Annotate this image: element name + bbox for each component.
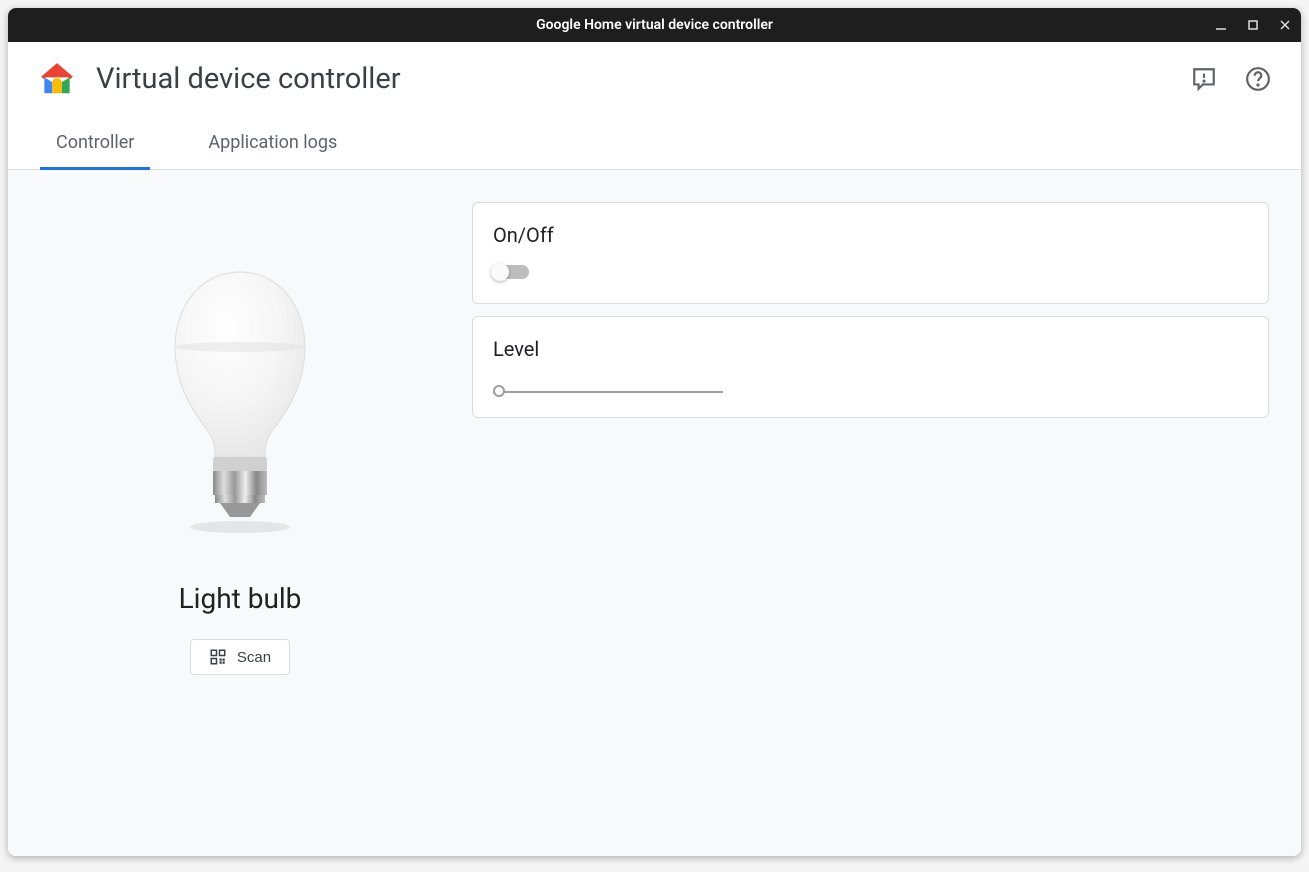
window-controls — [1213, 17, 1293, 33]
tabs: Controller Application logs — [8, 116, 1301, 170]
qr-code-icon — [209, 648, 227, 666]
toggle-knob — [491, 263, 509, 281]
window-title: Google Home virtual device controller — [536, 17, 773, 33]
level-card: Level — [472, 316, 1269, 418]
header: Virtual device controller — [8, 42, 1301, 116]
help-icon[interactable] — [1245, 66, 1271, 92]
device-name: Light bulb — [179, 582, 302, 615]
header-actions — [1191, 66, 1271, 92]
level-slider[interactable] — [493, 391, 723, 393]
tab-label: Controller — [56, 132, 134, 153]
feedback-icon[interactable] — [1191, 66, 1217, 92]
device-panel: Light bulb Scan — [40, 202, 440, 824]
content: Light bulb Scan On/Off — [8, 170, 1301, 856]
titlebar: Google Home virtual device controller — [8, 8, 1301, 42]
slider-thumb — [493, 385, 505, 397]
controls-panel: On/Off Level — [472, 202, 1269, 824]
app-window: Google Home virtual device controller Vi… — [8, 8, 1301, 856]
minimize-button[interactable] — [1213, 17, 1229, 33]
onoff-title: On/Off — [493, 223, 1248, 247]
scan-button-label: Scan — [237, 649, 271, 666]
tab-label: Application logs — [208, 132, 337, 153]
level-title: Level — [493, 337, 1248, 361]
close-button[interactable] — [1277, 17, 1293, 33]
onoff-toggle[interactable] — [493, 265, 529, 279]
google-home-logo-icon — [38, 60, 76, 98]
scan-button[interactable]: Scan — [190, 639, 290, 675]
tab-application-logs[interactable]: Application logs — [192, 116, 353, 169]
slider-container — [493, 379, 723, 393]
maximize-button[interactable] — [1245, 17, 1261, 33]
lightbulb-image — [150, 262, 330, 542]
tab-controller[interactable]: Controller — [40, 116, 150, 169]
app-title: Virtual device controller — [96, 62, 401, 96]
onoff-card: On/Off — [472, 202, 1269, 304]
